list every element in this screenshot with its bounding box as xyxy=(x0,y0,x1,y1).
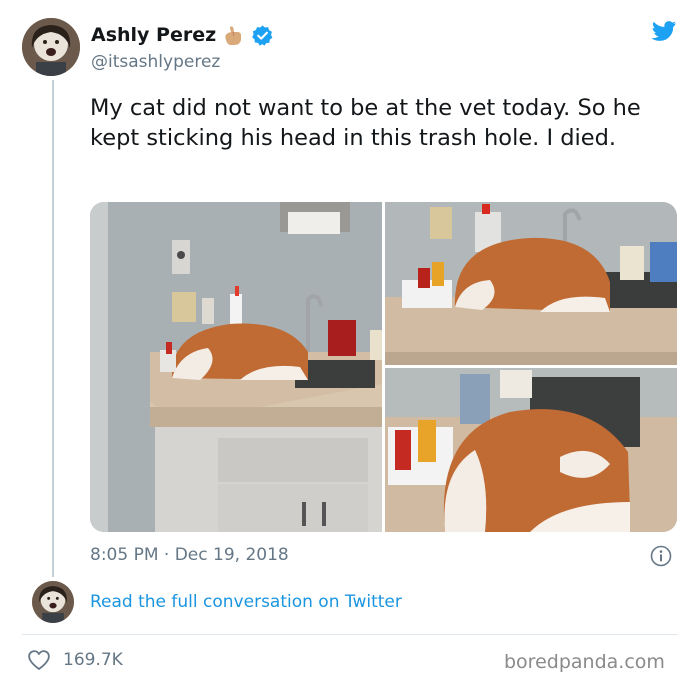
like-count[interactable]: 169.7K xyxy=(63,650,123,670)
thread-line xyxy=(52,80,54,577)
author-avatar[interactable] xyxy=(22,18,80,76)
tweet-timestamp[interactable]: 8:05 PM · Dec 19, 2018 xyxy=(90,545,289,565)
tweet-date: Dec 19, 2018 xyxy=(174,545,289,565)
tweet-text: My cat did not want to be at the vet tod… xyxy=(90,95,641,151)
author-handle[interactable]: @itsashlyperez xyxy=(91,52,220,72)
photo-cat-counter-top[interactable] xyxy=(385,202,677,365)
avatar-image xyxy=(22,18,80,76)
reply-avatar[interactable] xyxy=(32,581,74,623)
photo-cat-counter-wide[interactable] xyxy=(90,202,382,532)
watermark: boredpanda.com xyxy=(504,651,665,673)
author-name[interactable]: Ashly Perez xyxy=(91,24,216,46)
heart-icon[interactable] xyxy=(27,649,51,671)
read-conversation-link[interactable]: Read the full conversation on Twitter xyxy=(90,592,402,612)
meta-separator: · xyxy=(163,545,170,565)
photo-cat-sink-closeup[interactable] xyxy=(385,368,677,532)
avatar-image xyxy=(32,581,74,623)
twitter-bird-icon[interactable] xyxy=(645,20,677,48)
divider xyxy=(22,634,678,635)
tweet-time: 8:05 PM xyxy=(90,545,159,565)
verified-badge-icon xyxy=(252,25,273,46)
hand-emoji-icon xyxy=(225,26,241,45)
tweet-media-grid[interactable] xyxy=(90,202,677,532)
info-icon[interactable] xyxy=(650,545,672,567)
